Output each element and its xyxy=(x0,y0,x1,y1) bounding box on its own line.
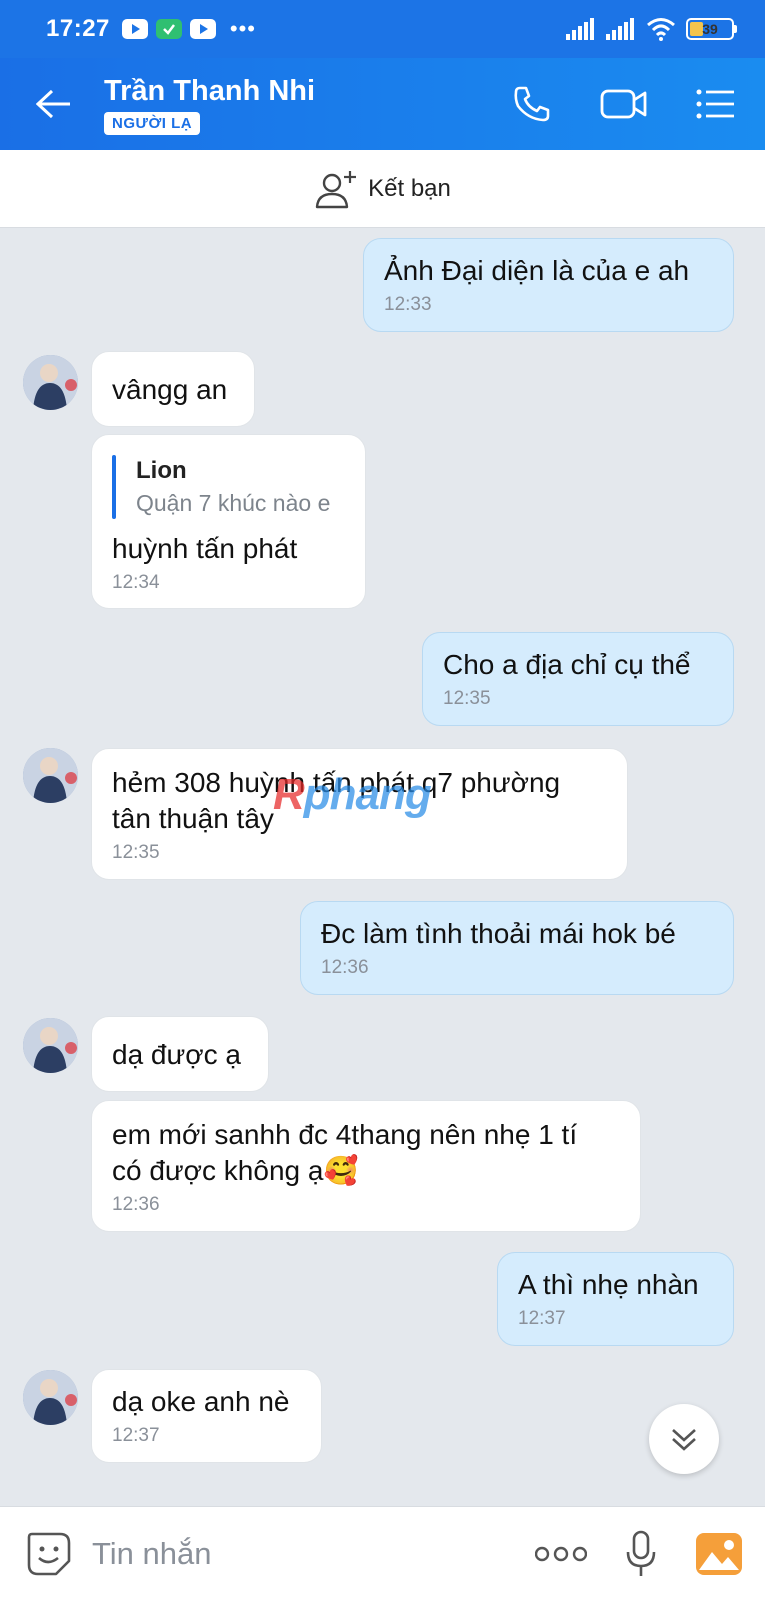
voice-call-button[interactable] xyxy=(507,79,557,129)
battery-fill xyxy=(690,22,704,36)
send-photo-button[interactable] xyxy=(695,1532,743,1576)
message-text: dạ được ạ xyxy=(112,1039,241,1070)
avatar[interactable] xyxy=(23,1018,78,1073)
quoted-message[interactable]: Lion Quận 7 khúc nào e xyxy=(112,455,345,519)
message-bubble-outgoing[interactable]: Đc làm tình thoải mái hok bé 12:36 xyxy=(300,901,734,995)
chat-header: Trần Thanh Nhi NGƯỜI LẠ xyxy=(0,58,765,150)
message-bubble-incoming[interactable]: dạ oke anh nè 12:37 xyxy=(91,1369,322,1463)
contact-name: Trần Thanh Nhi xyxy=(104,74,316,107)
contact-info[interactable]: Trần Thanh Nhi NGƯỜI LẠ xyxy=(104,74,315,135)
message-bubble-outgoing[interactable]: Cho a địa chỉ cụ thể 12:35 xyxy=(422,632,734,726)
add-user-icon xyxy=(315,170,357,208)
list-menu-icon xyxy=(696,89,734,119)
avatar[interactable] xyxy=(23,1370,78,1425)
message-text: huỳnh tấn phát xyxy=(112,533,298,564)
message-text: dạ oke anh nè xyxy=(112,1386,290,1417)
message-bubble-incoming[interactable]: dạ được ạ xyxy=(91,1016,269,1092)
message-text: em mới sanhh đc 4thang nên nhẹ 1 tí xyxy=(112,1119,578,1150)
microphone-icon xyxy=(626,1530,656,1576)
message-bubble-outgoing[interactable]: A thì nhẹ nhàn 12:37 xyxy=(497,1252,734,1346)
more-notifications-icon: ••• xyxy=(229,16,256,41)
message-bubble-outgoing[interactable]: Ảnh Đại diện là của e ah 12:33 xyxy=(363,238,734,332)
message-time: 12:34 xyxy=(112,572,160,593)
sticker-smiley-icon xyxy=(27,1532,71,1575)
message-input[interactable] xyxy=(92,1535,422,1572)
message-time: 12:36 xyxy=(321,957,369,978)
avatar[interactable] xyxy=(23,355,78,410)
message-text: có được không ạ🥰 xyxy=(112,1155,359,1186)
message-composer xyxy=(0,1506,765,1600)
phone-icon xyxy=(514,86,550,122)
quote-author: Lion xyxy=(136,457,187,484)
voice-message-button[interactable] xyxy=(625,1530,657,1578)
notification-icons: ••• xyxy=(121,16,256,42)
message-list[interactable]: Ảnh Đại diện là của e ah 12:33 vângg an … xyxy=(0,228,765,1506)
avatar[interactable] xyxy=(23,748,78,803)
back-button[interactable] xyxy=(24,74,84,134)
message-text: A thì nhẹ nhàn xyxy=(518,1269,699,1300)
double-chevron-down-icon xyxy=(672,1429,696,1451)
youtube-icon xyxy=(121,19,148,39)
message-time: 12:37 xyxy=(112,1425,160,1446)
emoji-button[interactable] xyxy=(24,1529,74,1579)
stranger-badge: NGƯỜI LẠ xyxy=(104,111,201,135)
message-bubble-incoming[interactable]: em mới sanhh đc 4thang nên nhẹ 1 tí có đ… xyxy=(91,1100,641,1232)
video-call-button[interactable] xyxy=(599,79,649,129)
verified-app-icon xyxy=(155,19,182,39)
menu-button[interactable] xyxy=(691,79,741,129)
message-time: 12:33 xyxy=(384,294,432,315)
quote-bar xyxy=(112,455,116,519)
message-time: 12:35 xyxy=(112,842,160,863)
status-bar: 17:27 ••• 39 xyxy=(0,0,765,58)
message-bubble-incoming[interactable]: Lion Quận 7 khúc nào e huỳnh tấn phát 12… xyxy=(91,434,366,609)
image-icon xyxy=(696,1532,742,1575)
message-text: vângg an xyxy=(112,374,228,405)
signal-icon xyxy=(606,18,634,40)
video-camera-icon xyxy=(600,89,647,119)
message-text: Ảnh Đại diện là của e ah xyxy=(384,255,690,286)
arrow-left-icon xyxy=(36,89,70,119)
signal-icon xyxy=(566,18,594,40)
watermark-logo: Rphang xyxy=(273,770,432,819)
more-options-button[interactable] xyxy=(535,1545,587,1563)
message-time: 12:35 xyxy=(443,688,491,709)
quote-text: Quận 7 khúc nào e xyxy=(136,490,331,516)
wifi-icon xyxy=(647,18,675,41)
scroll-to-bottom-button[interactable] xyxy=(649,1404,719,1474)
message-text: Đc làm tình thoải mái hok bé xyxy=(321,918,676,949)
youtube-icon xyxy=(189,19,216,39)
message-text: Cho a địa chỉ cụ thể xyxy=(443,649,691,680)
message-time: 12:37 xyxy=(518,1308,566,1329)
more-dots-icon xyxy=(535,1546,587,1561)
add-friend-label: Kết bạn xyxy=(368,174,451,202)
add-friend-button[interactable]: Kết bạn xyxy=(0,150,765,228)
message-bubble-incoming[interactable]: vângg an xyxy=(91,351,255,427)
battery-level: 39 xyxy=(702,21,718,37)
message-time: 12:36 xyxy=(112,1194,160,1215)
status-time: 17:27 xyxy=(46,15,110,42)
status-indicators: 39 xyxy=(566,17,737,41)
battery-indicator: 39 xyxy=(686,18,737,40)
